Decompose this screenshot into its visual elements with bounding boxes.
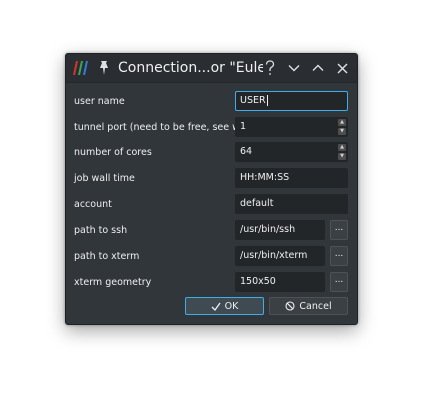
tunnel-port-label: tunnel port (need to be free, see wiki) (74, 122, 255, 133)
minimize-button[interactable] (285, 59, 303, 77)
path-xterm-input[interactable]: /usr/bin/xterm (235, 246, 325, 266)
spin-down-icon[interactable]: ▼ (338, 153, 346, 160)
pin-icon[interactable] (97, 60, 111, 76)
cancel-icon (285, 301, 295, 311)
spin-down-icon[interactable]: ▼ (338, 128, 346, 135)
account-input[interactable]: default (235, 194, 348, 214)
path-ssh-input[interactable]: /usr/bin/ssh (235, 220, 325, 240)
tunnel-port-stepper[interactable]: ▲ ▼ (338, 119, 346, 135)
cancel-button[interactable]: Cancel (269, 297, 348, 315)
path-ssh-value: /usr/bin/ssh (240, 224, 296, 235)
tunnel-port-value: 1 (240, 121, 247, 132)
xterm-geometry-label: xterm geometry (74, 277, 152, 288)
app-icon (73, 61, 88, 75)
user-name-label: user name (74, 96, 125, 107)
close-icon (337, 63, 347, 73)
cores-value: 64 (240, 146, 253, 157)
help-button[interactable] (261, 59, 279, 77)
maximize-button[interactable] (309, 59, 327, 77)
cores-label: number of cores (74, 147, 152, 158)
xterm-geometry-input[interactable]: 150x50 (235, 272, 325, 292)
cancel-label: Cancel (299, 300, 332, 312)
wall-time-input[interactable]: HH:MM:SS (235, 168, 348, 188)
path-xterm-label: path to xterm (74, 251, 140, 262)
chevron-down-icon (288, 65, 300, 72)
chevron-up-icon (312, 64, 324, 71)
browse-geometry-button[interactable]: ... (330, 272, 348, 292)
user-name-value: USER (240, 95, 266, 106)
close-button[interactable] (333, 59, 351, 77)
cores-stepper[interactable]: ▲ ▼ (338, 144, 346, 160)
account-label: account (74, 199, 112, 210)
user-name-input[interactable]: USER (235, 91, 348, 111)
wall-time-value: HH:MM:SS (240, 172, 290, 183)
question-mark-icon (265, 60, 275, 75)
cores-spinbox[interactable]: 64 ▲ ▼ (235, 142, 348, 162)
account-value: default (240, 198, 274, 209)
connection-dialog: Connection...or "Euler" user name USER t… (65, 53, 358, 325)
checkmark-icon (211, 302, 221, 311)
xterm-geometry-value: 150x50 (240, 276, 276, 287)
path-ssh-label: path to ssh (74, 225, 128, 236)
window-title: Connection...or "Euler" (118, 60, 263, 76)
browse-ssh-button[interactable]: ... (330, 220, 348, 240)
tunnel-port-spinbox[interactable]: 1 ▲ ▼ (235, 117, 348, 137)
text-cursor (266, 95, 268, 106)
path-xterm-value: /usr/bin/xterm (240, 250, 308, 261)
wall-time-label: job wall time (74, 173, 135, 184)
browse-xterm-button[interactable]: ... (330, 246, 348, 266)
title-bar[interactable]: Connection...or "Euler" (66, 54, 357, 83)
ok-label: OK (224, 300, 239, 312)
ok-button[interactable]: OK (185, 297, 264, 315)
spin-up-icon[interactable]: ▲ (338, 144, 346, 151)
spin-up-icon[interactable]: ▲ (338, 119, 346, 126)
